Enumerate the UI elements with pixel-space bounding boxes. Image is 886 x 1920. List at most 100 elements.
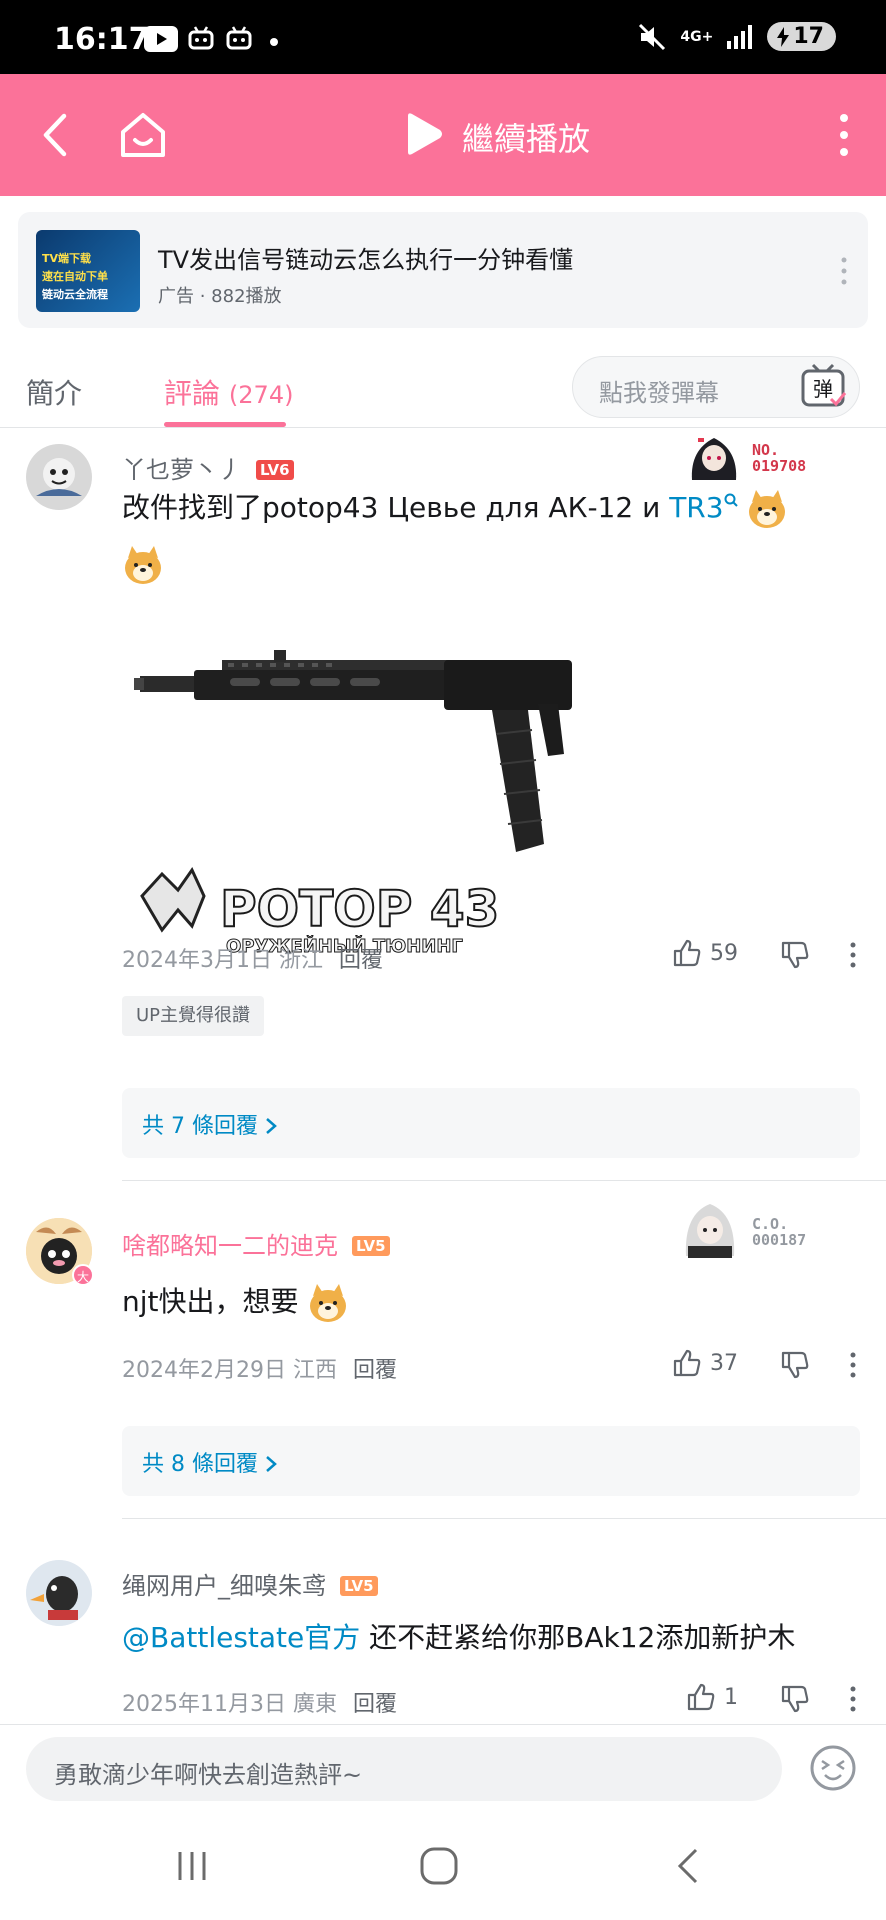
replies-count: 共 8 條回覆 xyxy=(142,1446,277,1478)
home-icon[interactable] xyxy=(118,110,168,160)
danmaku-btn-label: 弹 xyxy=(813,377,833,401)
replies-count-text: 共 8 條回覆 xyxy=(142,1452,258,1477)
fan-number-value: 019708 xyxy=(752,457,807,475)
more-icon[interactable] xyxy=(832,110,856,160)
avatar[interactable] xyxy=(26,444,92,510)
avatar[interactable] xyxy=(26,1560,92,1626)
comment-text: 改件找到了potop43 Цевье для АК-12 и TR3 xyxy=(122,480,852,592)
divider xyxy=(122,1180,886,1181)
continue-playing-label[interactable]: 繼續播放 xyxy=(462,114,590,160)
ad-more-icon[interactable] xyxy=(840,256,848,286)
top-bar: 繼續播放 xyxy=(0,74,886,196)
comment-more-icon[interactable] xyxy=(850,1686,856,1712)
recent-apps-icon[interactable] xyxy=(172,1846,212,1886)
search-icon[interactable] xyxy=(724,493,738,507)
comment-text-body: 改件找到了potop43 Цевье для АК-12 и xyxy=(122,491,670,524)
thumbs-down-icon[interactable] xyxy=(780,1684,810,1714)
comment-input[interactable]: 勇敢滴少年啊快去創造熱評~ xyxy=(26,1737,782,1801)
ad-thumb-text: TV端下载 xyxy=(42,252,92,265)
fan-badge-avatar xyxy=(678,1194,742,1264)
avatar-badge: 大 xyxy=(72,1264,94,1286)
doge-emoji-icon xyxy=(125,546,161,584)
thumbs-up-icon xyxy=(687,1683,715,1711)
comment-more-icon[interactable] xyxy=(850,1352,856,1378)
like-button[interactable]: 1 xyxy=(686,1682,738,1712)
fan-number: NO. 019708 xyxy=(752,442,806,474)
replies-expander[interactable]: 共 8 條回覆 xyxy=(122,1426,860,1496)
signal-icon xyxy=(727,24,753,49)
comment-text-body: 还不赶紧给你那BAk12添加新护木 xyxy=(360,1621,796,1654)
status-right: 4G+ 17 xyxy=(638,22,836,51)
ad-title: TV发出信号链动云怎么执行一分钟看懂 xyxy=(158,246,574,274)
username-text: 绳网用户_细嗅朱鸢 xyxy=(122,1572,326,1600)
divider xyxy=(122,1518,886,1519)
tab-comments[interactable]: 評論 (274) xyxy=(164,372,293,412)
comment-meta: 2024年2月29日 江西 回覆 xyxy=(122,1352,397,1384)
level-badge: LV5 xyxy=(352,1236,390,1256)
comment-date: 2024年3月1日 xyxy=(122,948,272,973)
comment-image[interactable]: POTOP 43 ОРУЖЕЙНЫЙ ТЮНИНГ xyxy=(134,634,572,958)
replies-count: 共 7 條回覆 xyxy=(142,1108,277,1140)
level-badge: LV5 xyxy=(340,1576,378,1596)
avatar-image xyxy=(26,444,92,510)
fan-number-value: 000187 xyxy=(752,1231,807,1249)
back-icon[interactable] xyxy=(34,112,78,158)
comment-date: 2024年2月29日 xyxy=(122,1358,286,1383)
emoji-icon[interactable] xyxy=(808,1743,858,1793)
ad-thumbnail: TV端下载 速在自动下单 链动云全流程 xyxy=(36,230,140,312)
thumbs-up-icon xyxy=(673,939,701,967)
bilibili-icon xyxy=(188,26,214,50)
comment-location: 江西 xyxy=(292,1358,337,1383)
like-count: 59 xyxy=(710,940,738,966)
replies-expander[interactable]: 共 7 條回覆 xyxy=(122,1088,860,1158)
comment-input-placeholder: 勇敢滴少年啊快去創造熱評~ xyxy=(54,1761,363,1789)
rifle-image: POTOP 43 ОРУЖЕЙНЫЙ ТЮНИНГ xyxy=(134,650,572,958)
level-badge: LV6 xyxy=(256,460,294,480)
reply-button[interactable]: 回覆 xyxy=(353,1692,397,1717)
fan-badge-avatar xyxy=(682,430,746,484)
tab-intro[interactable]: 簡介 xyxy=(26,372,82,412)
avatar-image xyxy=(26,1560,92,1626)
thumbs-down-icon[interactable] xyxy=(780,1350,810,1380)
comment-username[interactable]: 绳网用户_细嗅朱鸢 LV5 xyxy=(122,1566,378,1601)
comment-meta: 2025年11月3日 廣東 回覆 xyxy=(122,1686,397,1718)
system-nav-bar xyxy=(0,1816,886,1920)
ad-meta: 广告 · 882播放 xyxy=(158,286,282,307)
charging-icon xyxy=(777,26,790,47)
comment-date: 2025年11月3日 xyxy=(122,1692,286,1717)
ad-thumb-text: 链动云全流程 xyxy=(42,288,108,301)
comment-more-icon[interactable] xyxy=(850,942,856,968)
danmaku-input[interactable]: 點我發彈幕 弹 xyxy=(572,356,860,418)
comment-input-bar: 勇敢滴少年啊快去創造熱評~ xyxy=(0,1724,886,1816)
reply-button[interactable]: 回覆 xyxy=(339,948,383,973)
home-nav-icon[interactable] xyxy=(418,1846,462,1886)
bilibili-icon xyxy=(226,26,252,50)
up-liked-tag: UP主覺得很讚 xyxy=(122,996,265,1036)
danmaku-toggle-icon[interactable]: 弹 xyxy=(795,363,851,411)
like-count: 1 xyxy=(724,1684,738,1710)
fan-number-label: C.O. xyxy=(752,1215,789,1233)
like-button[interactable]: 59 xyxy=(672,938,738,968)
like-button[interactable]: 37 xyxy=(672,1348,738,1378)
comment-text: @Battlestate官方 还不赶紧给你那BAk12添加新护木 xyxy=(122,1610,795,1666)
avatar[interactable]: 大 xyxy=(26,1218,94,1286)
like-count: 37 xyxy=(710,1350,738,1376)
play-icon[interactable] xyxy=(404,112,444,156)
tab-comments-count: (274) xyxy=(228,381,294,409)
ad-card[interactable]: TV端下载 速在自动下单 链动云全流程 TV发出信号链动云怎么执行一分钟看懂 广… xyxy=(18,212,868,328)
thumbs-down-icon[interactable] xyxy=(780,940,810,970)
search-link[interactable]: TR3 xyxy=(669,491,723,524)
comment-text-body: njt快出，想要 xyxy=(122,1285,299,1318)
comment-username[interactable]: 啥都略知一二的迪克 LV5 xyxy=(122,1226,390,1261)
back-nav-icon[interactable] xyxy=(672,1846,702,1886)
ad-thumb-text: 速在自动下单 xyxy=(42,270,108,283)
mention-link[interactable]: @Battlestate官方 xyxy=(122,1621,360,1654)
tab-comments-label: 評論 xyxy=(164,377,221,410)
status-bar: 16:17 4G+ 17 xyxy=(0,0,886,74)
comment-location: 浙江 xyxy=(278,948,323,973)
reply-button[interactable]: 回覆 xyxy=(353,1358,397,1383)
thumbs-up-icon xyxy=(673,1349,701,1377)
image-brand-text: POTOP 43 xyxy=(220,880,499,938)
username-text: 啥都略知一二的迪克 xyxy=(122,1232,338,1260)
battery-indicator: 17 xyxy=(767,22,836,51)
